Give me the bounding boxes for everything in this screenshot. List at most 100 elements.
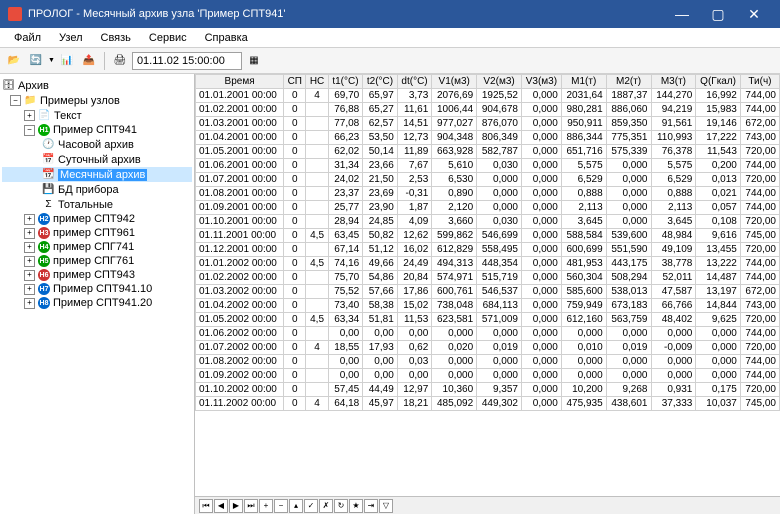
tree-spg761[interactable]: + Н5 пример СПГ761 bbox=[2, 254, 192, 268]
table-row[interactable]: 01.11.2002 00:000464,1845,9718,21485,092… bbox=[196, 397, 780, 411]
column-header[interactable]: Q(Гкал) bbox=[696, 75, 741, 89]
column-header[interactable]: V1(м3) bbox=[432, 75, 477, 89]
expand-icon[interactable]: + bbox=[24, 270, 35, 281]
table-row[interactable]: 01.09.2002 00:0000,000,000,000,0000,0000… bbox=[196, 369, 780, 383]
nav-post-button[interactable]: ✓ bbox=[304, 499, 318, 513]
tree-spt941-10[interactable]: + Н7 Пример СПТ941.10 bbox=[2, 282, 192, 296]
table-row[interactable]: 01.05.2002 00:0004,563,3451,8111,53623,5… bbox=[196, 313, 780, 327]
table-row[interactable]: 01.07.2002 00:000418,5517,930,620,0200,0… bbox=[196, 341, 780, 355]
tree-totals[interactable]: Σ Тотальные bbox=[2, 197, 192, 212]
collapse-icon[interactable]: − bbox=[10, 95, 21, 106]
tree-spt941-20[interactable]: + Н8 Пример СПТ941.20 bbox=[2, 296, 192, 310]
table-row[interactable]: 01.09.2001 00:00025,7723,901,872,1200,00… bbox=[196, 201, 780, 215]
nav-delete-button[interactable]: − bbox=[274, 499, 288, 513]
table-row[interactable]: 01.04.2002 00:00073,4058,3815,02738,0486… bbox=[196, 299, 780, 313]
nav-filter-button[interactable]: ▽ bbox=[379, 499, 393, 513]
data-grid[interactable]: ВремяСПНСt1(°C)t2(°C)dt(°C)V1(м3)V2(м3)V… bbox=[195, 74, 780, 411]
tree-spt941[interactable]: − Н1 Пример СПТ941 bbox=[2, 123, 192, 137]
nav-cancel-button[interactable]: ✗ bbox=[319, 499, 333, 513]
table-row[interactable]: 01.03.2002 00:00075,5257,6617,86600,7615… bbox=[196, 285, 780, 299]
nav-first-button[interactable]: ⏮ bbox=[199, 499, 213, 513]
tree-device-db[interactable]: 💾 БД прибора bbox=[2, 182, 192, 197]
nav-edit-button[interactable]: ▴ bbox=[289, 499, 303, 513]
tree-daily-archive[interactable]: 📅 Суточный архив bbox=[2, 152, 192, 167]
column-header[interactable]: M1(т) bbox=[561, 75, 606, 89]
nav-next-button[interactable]: ▶ bbox=[229, 499, 243, 513]
expand-icon[interactable]: + bbox=[24, 228, 35, 239]
column-header[interactable]: Время bbox=[196, 75, 284, 89]
table-row[interactable]: 01.07.2001 00:00024,0221,502,536,5300,00… bbox=[196, 173, 780, 187]
column-header[interactable]: t1(°C) bbox=[328, 75, 363, 89]
menu-node[interactable]: Узел bbox=[51, 30, 90, 46]
open-button[interactable]: 📂 bbox=[4, 51, 24, 71]
table-cell: 01.08.2002 00:00 bbox=[196, 355, 284, 369]
table-row[interactable]: 01.06.2002 00:0000,000,000,000,0000,0000… bbox=[196, 327, 780, 341]
table-cell: 0 bbox=[284, 313, 306, 327]
table-cell: 744,00 bbox=[740, 271, 779, 285]
print-button[interactable]: 🖨 bbox=[110, 51, 130, 71]
table-row[interactable]: 01.11.2001 00:0004,563,4550,8212,62599,8… bbox=[196, 229, 780, 243]
table-row[interactable]: 01.01.2001 00:000469,7065,973,732076,691… bbox=[196, 89, 780, 103]
nav-add-button[interactable]: + bbox=[259, 499, 273, 513]
tree-spt942[interactable]: + Н2 пример СПТ942 bbox=[2, 212, 192, 226]
column-header[interactable]: НС bbox=[306, 75, 328, 89]
tree-spt961[interactable]: + Н3 пример СПТ961 bbox=[2, 226, 192, 240]
expand-icon[interactable]: + bbox=[24, 298, 35, 309]
collapse-icon[interactable]: − bbox=[24, 125, 35, 136]
date-picker-button[interactable]: ▦ bbox=[244, 51, 264, 71]
table-cell: 0,888 bbox=[651, 187, 696, 201]
table-cell bbox=[306, 383, 328, 397]
tool-button-1[interactable]: 📊 bbox=[57, 51, 77, 71]
table-row[interactable]: 01.01.2002 00:0004,574,1649,6624,49494,3… bbox=[196, 257, 780, 271]
table-row[interactable]: 01.03.2001 00:00077,0862,5714,51977,0278… bbox=[196, 117, 780, 131]
expand-icon[interactable]: + bbox=[24, 214, 35, 225]
menu-connection[interactable]: Связь bbox=[93, 30, 139, 46]
menu-file[interactable]: Файл bbox=[6, 30, 49, 46]
column-header[interactable]: V3(м3) bbox=[521, 75, 561, 89]
tree-examples[interactable]: − 📁 Примеры узлов bbox=[2, 93, 192, 108]
tree-root-archive[interactable]: 🗄 Архив bbox=[2, 78, 192, 93]
table-row[interactable]: 01.08.2001 00:00023,3723,69-0,310,8900,0… bbox=[196, 187, 780, 201]
table-cell: 560,304 bbox=[561, 271, 606, 285]
expand-icon[interactable]: + bbox=[24, 110, 35, 121]
column-header[interactable]: V2(м3) bbox=[477, 75, 522, 89]
expand-icon[interactable]: + bbox=[24, 242, 35, 253]
export-button[interactable]: 📤 bbox=[79, 51, 99, 71]
tree-spt943[interactable]: + Н6 пример СПТ943 bbox=[2, 268, 192, 282]
table-row[interactable]: 01.02.2002 00:00075,7054,8620,84574,9715… bbox=[196, 271, 780, 285]
datetime-input[interactable] bbox=[132, 52, 242, 70]
tree-hourly-archive[interactable]: 🕐 Часовой архив bbox=[2, 137, 192, 152]
tree-monthly-archive[interactable]: 📆 Месячный архив bbox=[2, 167, 192, 182]
close-button[interactable]: ✕ bbox=[736, 0, 772, 28]
menu-service[interactable]: Сервис bbox=[141, 30, 195, 46]
nav-prev-button[interactable]: ◀ bbox=[214, 499, 228, 513]
expand-icon[interactable]: + bbox=[24, 256, 35, 267]
column-header[interactable]: СП bbox=[284, 75, 306, 89]
nav-bookmark-button[interactable]: ★ bbox=[349, 499, 363, 513]
dropdown-arrow-icon[interactable]: ▼ bbox=[48, 57, 55, 64]
column-header[interactable]: Ти(ч) bbox=[740, 75, 779, 89]
expand-icon[interactable]: + bbox=[24, 284, 35, 295]
table-row[interactable]: 01.10.2002 00:00057,4544,4912,9710,3609,… bbox=[196, 383, 780, 397]
nav-goto-button[interactable]: ⇥ bbox=[364, 499, 378, 513]
table-row[interactable]: 01.04.2001 00:00066,2353,5012,73904,3488… bbox=[196, 131, 780, 145]
nav-last-button[interactable]: ⏭ bbox=[244, 499, 258, 513]
table-row[interactable]: 01.08.2002 00:0000,000,000,030,0000,0000… bbox=[196, 355, 780, 369]
tree-text[interactable]: + 📄 Текст bbox=[2, 108, 192, 123]
refresh-button[interactable]: 🔄 bbox=[26, 51, 46, 71]
nav-refresh-button[interactable]: ↻ bbox=[334, 499, 348, 513]
table-row[interactable]: 01.05.2001 00:00062,0250,1411,89663,9285… bbox=[196, 145, 780, 159]
table-cell: 12,62 bbox=[397, 229, 432, 243]
column-header[interactable]: dt(°C) bbox=[397, 75, 432, 89]
minimize-button[interactable]: — bbox=[664, 0, 700, 28]
table-row[interactable]: 01.02.2001 00:00076,8865,2711,611006,449… bbox=[196, 103, 780, 117]
table-row[interactable]: 01.10.2001 00:00028,9424,854,093,6600,03… bbox=[196, 215, 780, 229]
tree-spg741[interactable]: + Н4 пример СПГ741 bbox=[2, 240, 192, 254]
column-header[interactable]: M2(т) bbox=[606, 75, 651, 89]
column-header[interactable]: M3(т) bbox=[651, 75, 696, 89]
table-row[interactable]: 01.12.2001 00:00067,1451,1216,02612,8295… bbox=[196, 243, 780, 257]
column-header[interactable]: t2(°C) bbox=[363, 75, 398, 89]
maximize-button[interactable]: ▢ bbox=[700, 0, 736, 28]
table-row[interactable]: 01.06.2001 00:00031,3423,667,675,6100,03… bbox=[196, 159, 780, 173]
menu-help[interactable]: Справка bbox=[197, 30, 256, 46]
